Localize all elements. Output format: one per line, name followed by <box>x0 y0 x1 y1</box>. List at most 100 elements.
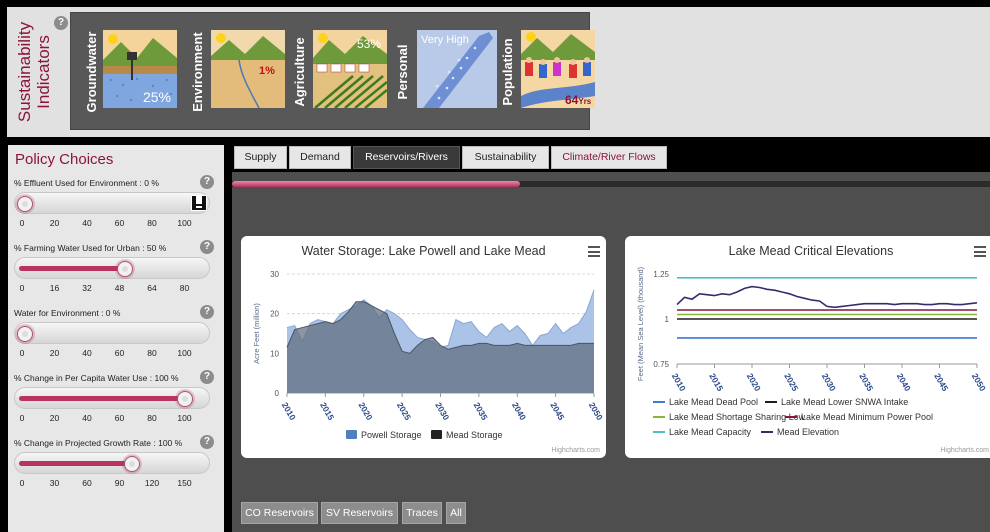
sv-reservoirs-button[interactable]: SV Reservoirs <box>321 502 398 524</box>
slider-tick: 40 <box>82 348 92 358</box>
y-tick-label: 20 <box>270 310 279 319</box>
slider-fill <box>19 396 185 401</box>
x-tick-label: 2050 <box>587 400 605 422</box>
legend-item: Lake Mead Minimum Power Pool <box>801 412 933 422</box>
slider-handle[interactable] <box>17 196 33 212</box>
slider-tick: 100 <box>177 348 192 358</box>
lake-mead-elevations-chart: Lake Mead Critical Elevations 0.75 1 1.25 F… <box>625 236 990 458</box>
slider-tick: 60 <box>114 218 125 228</box>
policy-choices-panel: Policy Choices % Effluent Used for Envir… <box>8 145 224 532</box>
slider-tick: 150 <box>177 478 192 488</box>
y-axis-title: Feet (Mean Sea Level) (thousand) <box>636 266 645 381</box>
indicators-title: Sustainability Indicators <box>15 17 55 127</box>
slider-track[interactable] <box>14 387 210 409</box>
slider-help-icon[interactable]: ? <box>200 240 214 254</box>
line-mead-elevation <box>676 285 978 309</box>
environment-value: 1% <box>259 65 275 77</box>
y-tick-label: 10 <box>270 349 279 358</box>
slider-handle[interactable] <box>177 391 193 407</box>
slider-handle[interactable] <box>17 326 33 342</box>
agriculture-indicator-image[interactable]: 53% <box>313 30 387 108</box>
slider-tick: 20 <box>49 348 60 358</box>
slider-tick: 0 <box>19 283 25 293</box>
chart-credits[interactable]: Highcharts.com <box>551 447 600 454</box>
slider-tick: 20 <box>49 218 60 228</box>
personal-indicator-image[interactable]: Very High <box>417 30 497 108</box>
sustainability-indicators-band: SustainabilityIndicators ? Groundwater <box>7 7 990 137</box>
legend-item: Mead Storage <box>446 430 503 440</box>
y-tick-label: 1 <box>665 315 670 324</box>
progress-track <box>232 181 990 187</box>
co-reservoirs-button[interactable]: CO Reservoirs <box>241 502 318 524</box>
slider-tick-labels: 0 20 40 60 80 100 <box>8 413 224 425</box>
tab-supply[interactable]: Supply <box>234 146 287 169</box>
all-button[interactable]: All <box>446 502 466 524</box>
tab-sustainability[interactable]: Sustainability <box>462 146 549 169</box>
slider-help-icon[interactable]: ? <box>200 435 214 449</box>
slider-tick: 60 <box>114 348 125 358</box>
slider-label: Water for Environment : 0 % <box>14 308 121 318</box>
personal-value: Very High <box>421 34 469 46</box>
chart-credits[interactable]: Highcharts.com <box>940 447 989 454</box>
indicator-label-agriculture: Agriculture <box>292 37 307 107</box>
groundwater-value: 25% <box>143 89 171 105</box>
slider-tick: 100 <box>177 413 192 423</box>
slider-tick-labels: 0 16 32 48 64 80 <box>8 283 224 295</box>
slider-track[interactable] <box>14 192 210 214</box>
x-tick-label: 2040 <box>895 371 913 393</box>
slider-track[interactable] <box>14 452 210 474</box>
tab-demand[interactable]: Demand <box>289 146 351 169</box>
indicators-help-icon[interactable]: ? <box>54 16 68 30</box>
slider-label: % Effluent Used for Environment : 0 % <box>14 178 159 188</box>
slider-tick: 30 <box>49 478 60 488</box>
environment-indicator-image[interactable]: 1% <box>211 30 285 108</box>
slider-fill <box>19 461 132 466</box>
indicator-label-environment: Environment <box>190 32 205 112</box>
slider-track[interactable] <box>14 322 210 344</box>
indicator-label-personal: Personal <box>395 44 410 100</box>
tab-reservoirs-rivers[interactable]: Reservoirs/Rivers <box>353 146 460 169</box>
slider-help-icon[interactable]: ? <box>200 370 214 384</box>
policy-choices-title: Policy Choices <box>15 151 114 168</box>
slider-handle[interactable] <box>117 261 133 277</box>
water-storage-plot: 0102030Acre Feet (million)2010 2015 2020 20… <box>252 270 605 440</box>
slider-tick: 20 <box>49 413 60 423</box>
slider-tick: 0 <box>19 348 25 358</box>
slider-label: % Farming Water Used for Urban : 50 % <box>14 243 167 253</box>
x-tick-label: 2045 <box>548 400 566 422</box>
slider-tick: 80 <box>147 218 157 228</box>
lake-mead-plot: 0.75 1 1.25 Feet (Mean Sea Level) (thousand… <box>636 266 988 437</box>
x-tick-label: 2015 <box>318 400 336 422</box>
x-tick-label: 2020 <box>745 371 763 393</box>
slider-handle[interactable] <box>123 456 140 472</box>
area-mead-storage <box>287 301 594 393</box>
legend-swatch <box>346 430 357 439</box>
tab-climate-river-flows[interactable]: Climate/River Flows <box>551 146 667 169</box>
progress-fill <box>232 181 521 187</box>
traces-button[interactable]: Traces <box>402 502 442 524</box>
slider-help-icon[interactable]: ? <box>200 175 214 189</box>
legend-item: Lake Mead Dead Pool <box>669 397 758 407</box>
x-tick-label: 2030 <box>433 400 451 422</box>
indicators-title-line2: Indicators <box>34 35 53 109</box>
slider-track[interactable] <box>14 257 210 279</box>
slider-fill <box>19 266 125 271</box>
slider-label: % Change in Projected Growth Rate : 100 … <box>14 438 183 448</box>
slider-tick: 60 <box>114 413 125 423</box>
y-tick-label: 0 <box>275 389 280 398</box>
legend-item: Mead Elevation <box>777 427 839 437</box>
legend-swatch <box>431 430 442 439</box>
population-indicator-image[interactable]: 64Yrs <box>521 30 595 108</box>
slider-tick: 32 <box>82 283 92 293</box>
slider-help-icon[interactable]: ? <box>200 305 214 319</box>
slider-tick-labels: 0 20 40 60 80 100 <box>8 348 224 360</box>
y-tick-label: 0.75 <box>653 360 669 369</box>
slider-tick: 64 <box>147 283 157 293</box>
groundwater-indicator-image[interactable]: 25% <box>103 30 177 108</box>
indicator-label-population: Population <box>500 38 515 106</box>
x-tick-label: 2025 <box>782 371 800 393</box>
slider-tick: 40 <box>82 413 92 423</box>
x-tick-label: 2025 <box>395 400 413 422</box>
indicators-title-line1: Sustainability <box>15 21 34 123</box>
slider-tick: 16 <box>49 283 60 293</box>
